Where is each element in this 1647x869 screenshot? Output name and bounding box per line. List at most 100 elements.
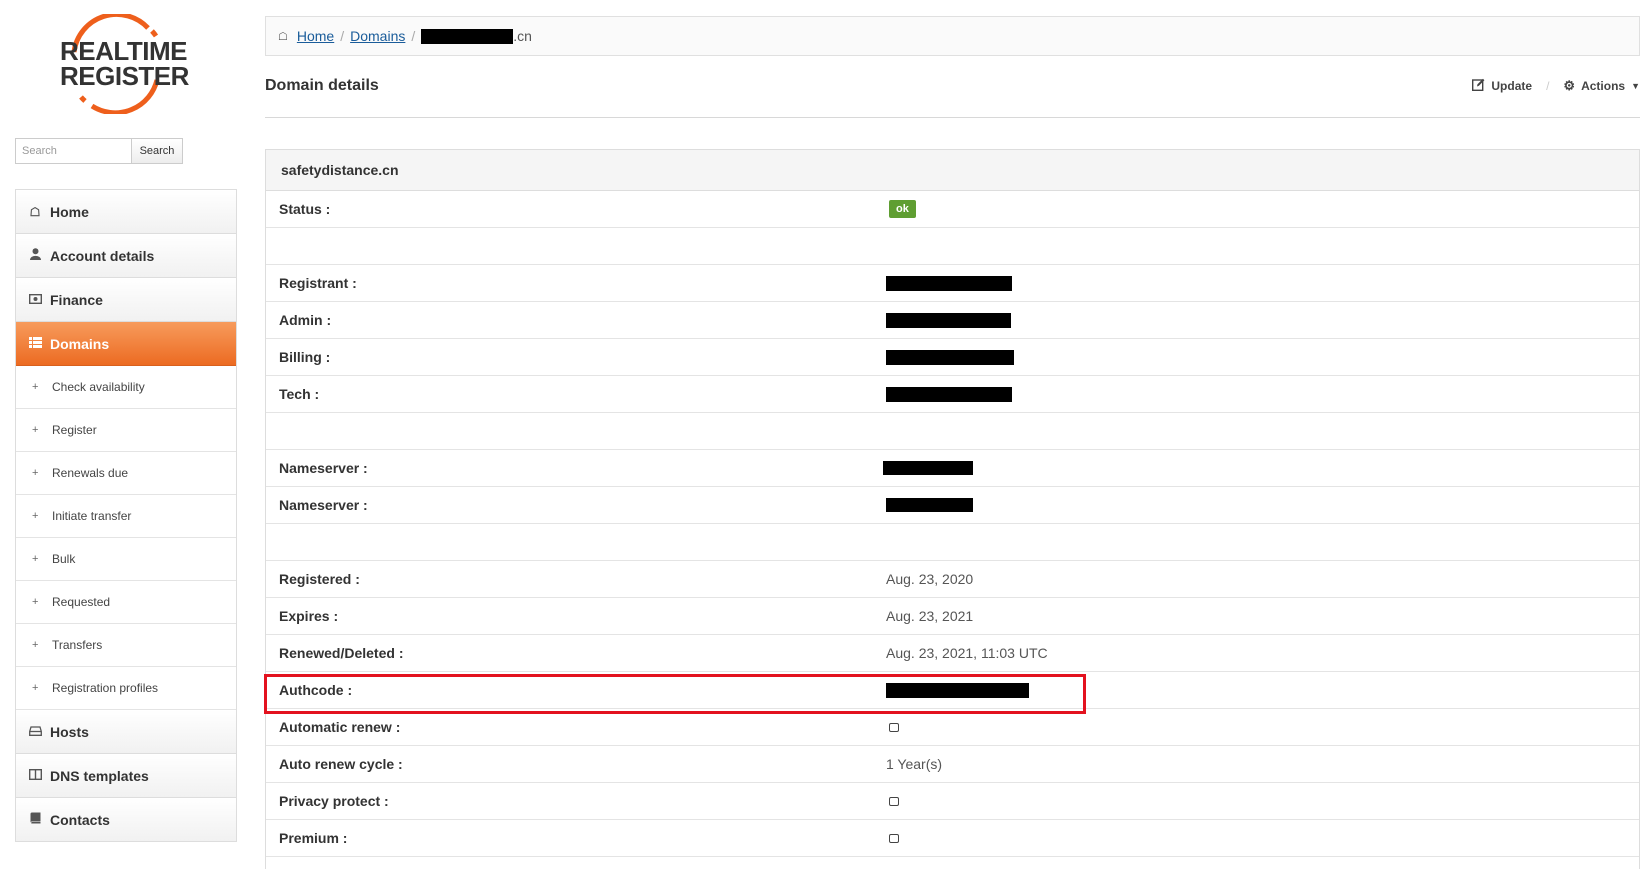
spacer-row (266, 228, 1639, 265)
registered-value: Aug. 23, 2020 (886, 571, 974, 587)
sidebar-item-dns-templates[interactable]: DNS templates (16, 754, 236, 798)
redacted-nameserver-2 (886, 498, 973, 512)
sidebar: REALTIME REGISTER Search ☖ Home Account … (0, 0, 245, 854)
actions-label: Actions (1581, 79, 1626, 93)
update-button[interactable]: Update (1472, 78, 1532, 94)
sidebar-item-label: Contacts (50, 811, 110, 828)
plus-icon: + (32, 424, 39, 436)
registrant-label: Registrant : (279, 275, 357, 291)
admin-row: Admin : (266, 302, 1639, 339)
breadcrumb-separator: / (411, 28, 416, 44)
sidebar-search: Search (15, 138, 183, 164)
sidebar-item-label: Domains (50, 335, 110, 352)
page-actions: Update / ⚙ Actions ▼ (1472, 78, 1640, 94)
premium-label: Premium : (279, 830, 348, 846)
spacer-row (266, 524, 1639, 561)
privacy-protect-row: Privacy protect : (266, 783, 1639, 820)
authcode-label: Authcode : (279, 682, 353, 698)
columns-icon (28, 768, 42, 783)
nameserver-row-1: Nameserver : (266, 450, 1639, 487)
sidebar-subitem-renewals-due[interactable]: + Renewals due (16, 452, 236, 495)
plus-icon: + (32, 596, 39, 608)
sidebar-subitem-check-availability[interactable]: + Check availability (16, 366, 236, 409)
plus-icon: + (32, 682, 39, 694)
registered-row: Registered : Aug. 23, 2020 (266, 561, 1639, 598)
home-icon: ☖ (29, 204, 41, 219)
tech-label: Tech : (279, 386, 320, 402)
sidebar-item-contacts[interactable]: Contacts (16, 798, 236, 842)
breadcrumb-home-link[interactable]: Home (297, 28, 334, 44)
sidebar-item-label: Finance (50, 291, 103, 308)
auto-renew-cycle-row: Auto renew cycle : 1 Year(s) (266, 746, 1639, 783)
sidebar-item-label: Account details (50, 247, 155, 264)
auto-renew-cycle-value: 1 Year(s) (886, 756, 943, 772)
status-badge: ok (889, 200, 916, 218)
logo-text: REALTIME REGISTER (60, 38, 189, 89)
billing-row: Billing : (266, 339, 1639, 376)
renewed-row: Renewed/Deleted : Aug. 23, 2021, 11:03 U… (266, 635, 1639, 672)
expires-value: Aug. 23, 2021 (886, 608, 974, 624)
nameserver-label: Nameserver : (279, 460, 368, 476)
premium-checkbox[interactable] (889, 833, 899, 843)
domain-details-panel: safetydistance.cn Status : ok Registrant… (265, 149, 1640, 869)
update-label: Update (1491, 79, 1533, 93)
sidebar-subitem-bulk[interactable]: + Bulk (16, 538, 236, 581)
redacted-nameserver-1 (883, 461, 973, 475)
sidebar-subitem-label: Renewals due (52, 466, 129, 480)
sidebar-subitem-label: Requested (52, 595, 111, 609)
nameserver-label: Nameserver : (279, 497, 368, 513)
sidebar-subitem-label: Register (52, 423, 97, 437)
breadcrumb: ☖ Home / Domains / .cn (265, 16, 1640, 56)
redacted-domain-name (421, 28, 514, 44)
sidebar-item-domains[interactable]: Domains (16, 322, 236, 366)
sidebar-subitem-initiate-transfer[interactable]: + Initiate transfer (16, 495, 236, 538)
sidebar-item-label: Home (50, 203, 89, 220)
privacy-protect-checkbox[interactable] (889, 796, 899, 806)
expires-row: Expires : Aug. 23, 2021 (266, 598, 1639, 635)
plus-icon: + (32, 553, 39, 565)
list-icon (28, 336, 42, 351)
search-button[interactable]: Search (131, 138, 183, 164)
sidebar-subitem-requested[interactable]: + Requested (16, 581, 236, 624)
book-icon (28, 812, 42, 827)
breadcrumb-current-tld: .cn (513, 28, 532, 44)
expires-label: Expires : (279, 608, 339, 624)
redacted-registrant (886, 275, 1012, 291)
automatic-renew-checkbox[interactable] (889, 722, 899, 732)
registrant-row: Registrant : (266, 265, 1639, 302)
page-header: Domain details Update / ⚙ Actions ▼ (265, 72, 1640, 118)
redacted-tech (886, 386, 1012, 402)
sidebar-item-label: DNS templates (50, 767, 149, 784)
sidebar-item-home[interactable]: ☖ Home (16, 190, 236, 234)
sidebar-item-account-details[interactable]: Account details (16, 234, 236, 278)
sidebar-item-hosts[interactable]: Hosts (16, 710, 236, 754)
actions-dropdown[interactable]: ⚙ Actions ▼ (1563, 78, 1640, 94)
plus-icon: + (32, 467, 39, 479)
caret-down-icon: ▼ (1631, 81, 1640, 91)
sidebar-subitem-label: Initiate transfer (52, 509, 132, 523)
realtime-register-logo[interactable]: REALTIME REGISTER (52, 14, 189, 114)
renewed-label: Renewed/Deleted : (279, 645, 404, 661)
gear-icon: ⚙ (1563, 78, 1576, 93)
sidebar-subitem-transfers[interactable]: + Transfers (16, 624, 236, 667)
spacer-row (266, 413, 1639, 450)
redacted-admin (886, 312, 1011, 328)
home-icon: ☖ (278, 30, 288, 43)
sidebar-subitem-registration-profiles[interactable]: + Registration profiles (16, 667, 236, 710)
breadcrumb-domains-link[interactable]: Domains (350, 28, 405, 44)
plus-icon: + (32, 510, 39, 522)
edit-icon (1472, 78, 1485, 94)
sidebar-item-finance[interactable]: Finance (16, 278, 236, 322)
breadcrumb-separator: / (340, 28, 345, 44)
status-label: Status : (279, 201, 331, 217)
sidebar-item-label: Hosts (50, 723, 89, 740)
hdd-icon (28, 725, 42, 739)
user-icon (28, 248, 42, 263)
billing-label: Billing : (279, 349, 331, 365)
sidebar-subitem-register[interactable]: + Register (16, 409, 236, 452)
privacy-protect-label: Privacy protect : (279, 793, 389, 809)
sidebar-subitem-label: Bulk (52, 552, 76, 566)
search-input[interactable] (15, 138, 131, 164)
sidebar-nav: ☖ Home Account details Finance Domains +… (15, 189, 237, 842)
sidebar-subitem-label: Check availability (52, 380, 145, 394)
